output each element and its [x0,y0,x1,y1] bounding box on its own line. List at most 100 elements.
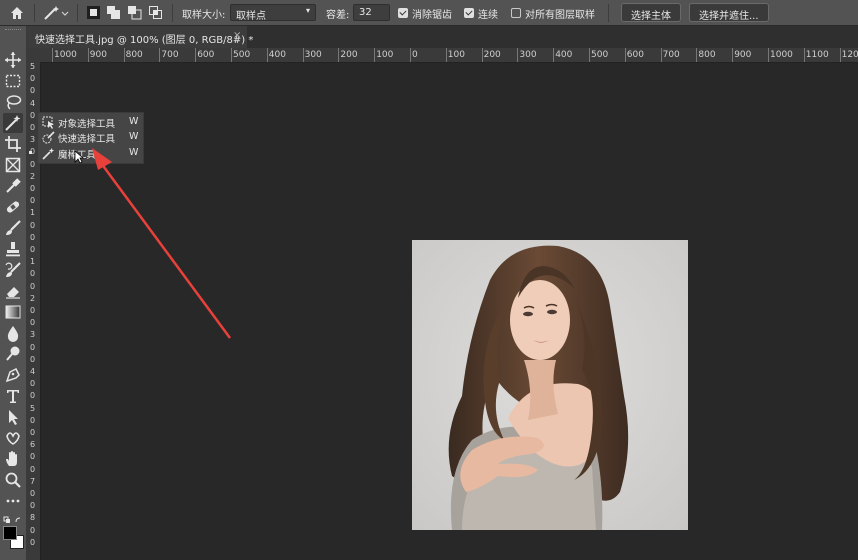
options-bar: 取样大小: 取样点 ▾ 容差: 32 消除锯齿 连续 对所有图层取样 选择主体 … [0,0,858,26]
panel-grip[interactable] [5,29,21,33]
custom-shape-tool-icon[interactable] [3,428,23,448]
select-subject-button[interactable]: 选择主体 [621,3,681,22]
flyout-item-quick-selection[interactable]: 快速选择工具 W [38,130,143,145]
tools-panel [0,26,27,560]
ruler-tick-label: 6 [30,440,36,450]
ruler-tick-label: 3 [30,135,36,145]
ruler-tick-label: 200 [340,50,358,60]
ruler-tick-label: 300 [304,50,322,60]
divider [77,4,78,22]
ruler-tick-mark [445,48,447,62]
select-and-mask-button[interactable]: 选择并遮住... [689,3,769,22]
ruler-tick-label: 0 [30,379,36,389]
type-tool-icon[interactable] [3,386,23,406]
horizontal-ruler[interactable]: 1000 900 800 700 600 500 400 300 200 100 0 100 200 30… [40,48,858,63]
ruler-tick-label: 700 [161,50,179,60]
intersect-with-selection-button[interactable] [148,5,163,20]
dodge-tool-icon[interactable] [3,344,23,364]
eraser-tool-icon[interactable] [3,281,23,301]
hand-tool-icon[interactable] [3,449,23,469]
ruler-tick-label: 1000 [770,50,793,60]
add-to-selection-button[interactable] [106,5,121,20]
ruler-tick-mark [696,48,698,62]
ruler-tick-label: 800 [698,50,716,60]
move-tool-icon[interactable] [3,50,23,70]
path-selection-tool-icon[interactable] [3,407,23,427]
mouse-cursor-icon [74,150,85,164]
ruler-tick-label: 0 [30,489,36,498]
ruler-tick-label: 200 [483,50,501,60]
sample-size-select[interactable]: 取样点 ▾ [230,4,316,22]
ruler-tick-mark [553,48,555,62]
divider [34,4,35,22]
swap-colors-icon[interactable] [3,514,23,523]
anti-alias-checkbox[interactable] [398,8,408,18]
document-image[interactable] [412,240,688,530]
gradient-tool-icon[interactable] [3,302,23,322]
frame-tool-icon[interactable] [3,155,23,175]
tolerance-value: 32 [359,7,372,18]
ruler-tick-label: 0 [30,342,36,352]
ruler-tick-mark [374,48,376,62]
divider [172,4,173,22]
ruler-tick-mark [266,48,268,62]
flyout-item-magic-wand[interactable]: 魔棒工具 W [29,146,143,161]
document-tab[interactable]: 快速选择工具.jpg @ 100% (图层 0, RGB/8#) * × [27,26,253,48]
ruler-tick-label: 500 [233,50,251,60]
ruler-tick-label: 1100 [805,50,829,60]
contiguous-checkbox[interactable] [464,8,474,18]
ruler-tick-label: 0 [30,86,36,96]
lasso-tool-icon[interactable] [3,92,23,112]
clone-stamp-tool-icon[interactable] [3,239,23,259]
blur-tool-icon[interactable] [3,323,23,343]
eyedropper-tool-icon[interactable] [3,176,23,196]
ruler-tick-label: 0 [30,220,36,230]
sample-all-layers-checkbox[interactable] [511,8,521,18]
foreground-color-swatch[interactable] [3,526,17,540]
magic-wand-icon [42,147,55,160]
flyout-item-label: 快速选择工具 [58,134,116,145]
document-tab-strip: 快速选择工具.jpg @ 100% (图层 0, RGB/8#) * × [27,26,858,48]
ruler-tick-label: 800 [125,50,143,60]
ruler-tick-label: 1 [30,208,36,218]
new-selection-button[interactable] [86,5,101,20]
ruler-tick-label: 1 [30,257,36,267]
flyout-item-shortcut: W [129,147,139,158]
ruler-tick-label: 0 [30,318,36,328]
ruler-tick-label: 0 [30,184,36,193]
tolerance-input[interactable]: 32 [353,4,390,21]
healing-brush-tool-icon[interactable] [3,197,23,217]
ruler-tick-label: 5 [30,62,36,71]
ruler-tick-label: 0 [30,501,36,511]
home-icon[interactable] [8,4,26,22]
ruler-tick-mark [123,48,125,62]
tool-preset-picker[interactable] [42,4,70,22]
ruler-tick-label: 600 [197,50,215,60]
flyout-item-object-selection[interactable]: 对象选择工具 W [38,115,143,130]
object-selection-icon [42,116,55,129]
brush-tool-icon[interactable] [3,218,23,238]
flyout-item-label: 对象选择工具 [58,119,116,130]
history-brush-tool-icon[interactable] [3,260,23,280]
zoom-tool-icon[interactable] [3,470,23,490]
ruler-tick-label: 900 [89,50,107,60]
magic-wand-tool-icon[interactable] [3,113,23,133]
flyout-item-shortcut: W [129,131,139,142]
marquee-tool-icon[interactable] [3,71,23,91]
ruler-tick-label: 7 [30,476,36,486]
ruler-tick-mark [517,48,519,62]
ruler-tick-label: 700 [662,50,680,60]
ruler-tick-label: 500 [591,50,609,60]
crop-tool-icon[interactable] [3,134,23,154]
ruler-tick-mark [159,48,161,62]
sample-all-layers-label: 对所有图层取样 [525,10,595,21]
ruler-tick-mark [768,48,769,62]
close-icon[interactable]: × [233,30,241,41]
ruler-tick-label: 0 [30,525,36,535]
subtract-from-selection-button[interactable] [127,5,142,20]
ruler-tick-mark [660,48,662,62]
more-tools-icon[interactable] [3,491,23,511]
pen-tool-icon[interactable] [3,365,23,385]
current-tool-indicator [29,151,32,154]
ruler-tick-mark [410,48,411,62]
